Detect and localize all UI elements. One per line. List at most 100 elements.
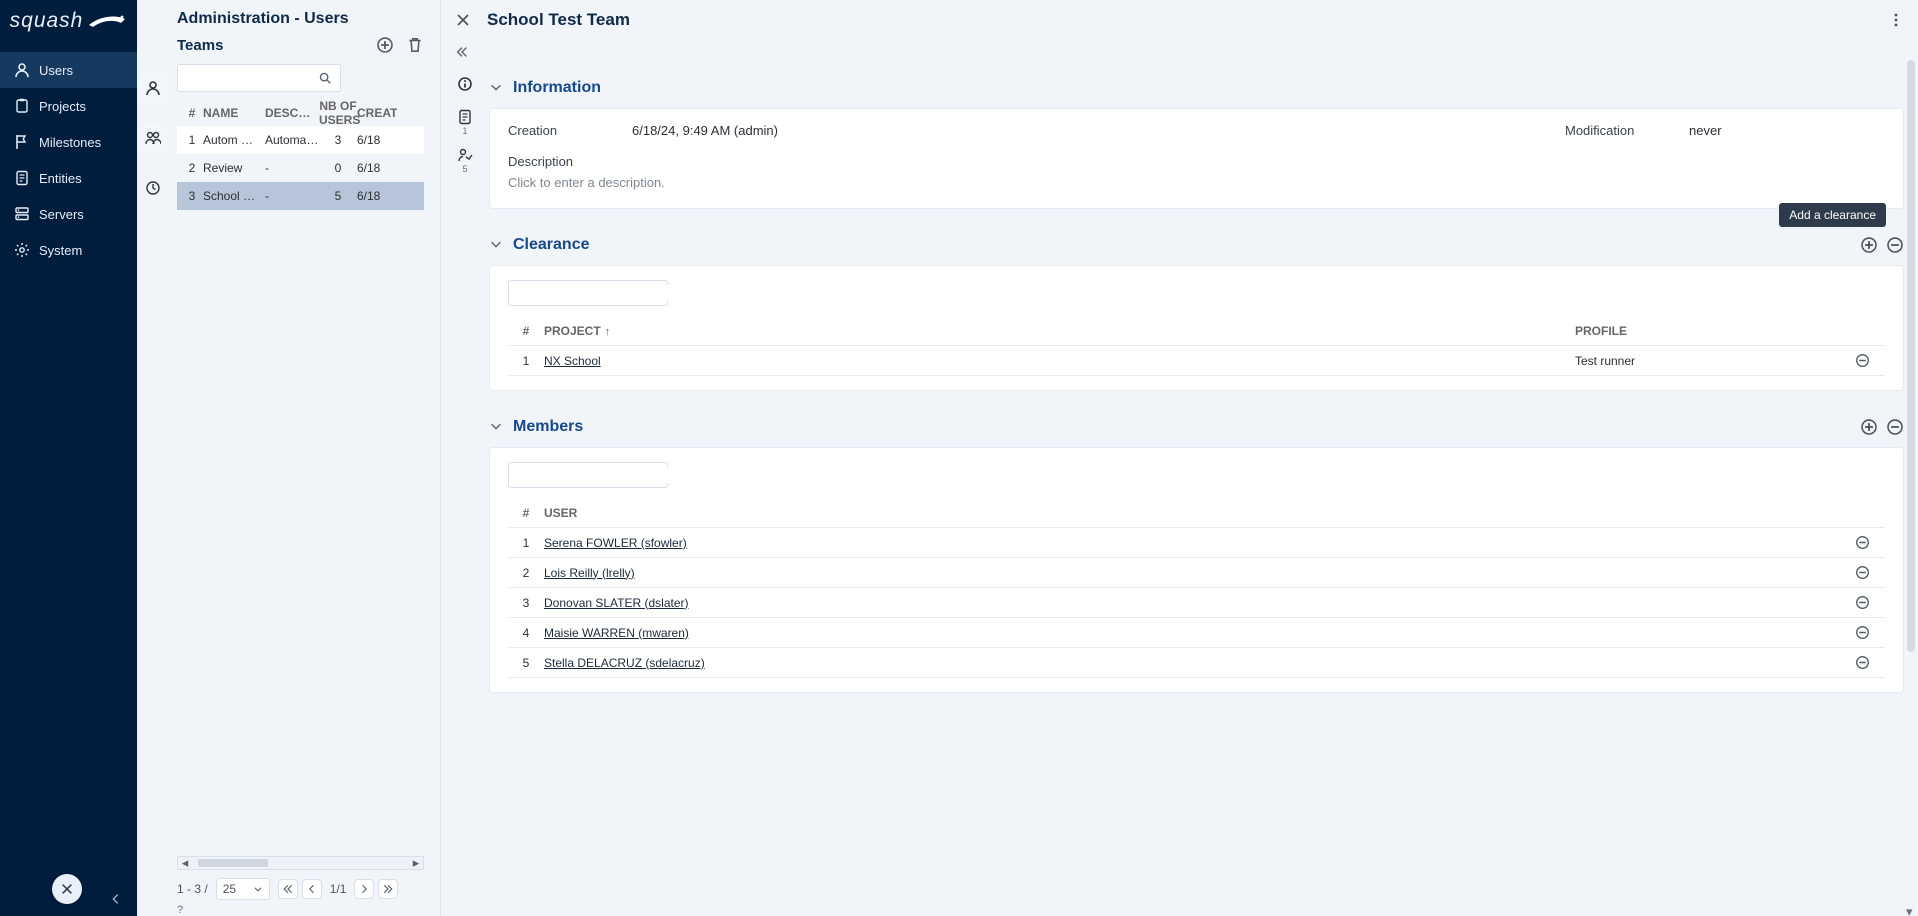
page-size-value: 25 — [223, 882, 236, 896]
user-link[interactable]: Donovan SLATER (dslater) — [544, 596, 689, 610]
members-search-input[interactable] — [517, 467, 676, 483]
pager-last[interactable] — [378, 879, 398, 899]
sidetab-documents[interactable]: 1 — [451, 108, 479, 136]
add-clearance-button[interactable] — [1860, 236, 1878, 254]
remove-member-button[interactable] — [1886, 418, 1904, 436]
page-size-select[interactable]: 25 — [216, 878, 270, 900]
user-link[interactable]: Maisie WARREN (mwaren) — [544, 626, 689, 640]
teams-horiz-scrollbar[interactable]: ◂ ▸ — [177, 856, 424, 870]
plus-circle-icon — [1860, 418, 1878, 436]
close-icon — [60, 882, 74, 896]
subnav-history[interactable] — [139, 174, 167, 202]
team-detail-panel: School Test Team 1 5 Information Cr — [441, 0, 1918, 916]
nav-item-projects[interactable]: Projects — [0, 88, 137, 124]
pager-next[interactable] — [354, 879, 374, 899]
plus-circle-icon — [376, 36, 394, 54]
minus-circle-icon — [1855, 535, 1870, 550]
close-detail-button[interactable] — [455, 12, 471, 28]
scroll-right-icon[interactable]: ▸ — [409, 857, 423, 869]
table-row[interactable]: 1 Serena FOWLER (sfowler) — [508, 528, 1885, 558]
table-row[interactable]: 5 Stella DELACRUZ (sdelacruz) — [508, 648, 1885, 678]
scroll-down-icon[interactable]: ▾ — [1906, 904, 1916, 914]
close-icon — [455, 12, 471, 28]
members-search[interactable] — [508, 462, 668, 488]
row-remove-button[interactable] — [1855, 655, 1885, 670]
col-desc[interactable]: DESCRIP… — [265, 106, 319, 120]
section-toggle[interactable] — [489, 80, 505, 96]
row-remove-button[interactable] — [1855, 535, 1885, 550]
user-link[interactable]: Serena FOWLER (sfowler) — [544, 536, 687, 550]
modification-label: Modification — [1565, 123, 1665, 138]
nav-item-servers[interactable]: Servers — [0, 196, 137, 232]
creation-value: 6/18/24, 9:49 AM (admin) — [632, 123, 778, 138]
col-user[interactable]: USER — [544, 506, 1855, 520]
col-index[interactable]: # — [181, 106, 203, 120]
col-name[interactable]: NAME — [203, 106, 265, 120]
nav-item-label: Milestones — [39, 135, 101, 150]
nav-dismiss-button[interactable] — [52, 874, 82, 904]
minus-circle-icon — [1855, 595, 1870, 610]
scroll-thumb[interactable] — [1907, 60, 1915, 652]
sidetab-info[interactable] — [451, 70, 479, 98]
subnav-users[interactable] — [139, 74, 167, 102]
clearance-search[interactable] — [508, 280, 668, 306]
server-icon — [14, 206, 30, 222]
col-index[interactable]: # — [508, 324, 544, 338]
col-project[interactable]: PROJECT↑ — [544, 324, 1575, 338]
teams-search-input[interactable] — [186, 70, 318, 86]
detail-scrollbar[interactable] — [1906, 60, 1916, 906]
detail-menu-button[interactable] — [1888, 12, 1904, 28]
minus-circle-icon — [1855, 625, 1870, 640]
minus-circle-icon — [1855, 353, 1870, 368]
table-row[interactable]: 4 Maisie WARREN (mwaren) — [508, 618, 1885, 648]
description-label: Description — [508, 154, 1885, 169]
table-row[interactable]: 1 NX School Test runner — [508, 346, 1885, 376]
section-toggle[interactable] — [489, 237, 505, 253]
nav-item-entities[interactable]: Entities — [0, 160, 137, 196]
row-remove-button[interactable] — [1855, 625, 1885, 640]
description-placeholder[interactable]: Click to enter a description. — [508, 175, 1885, 190]
scroll-left-icon[interactable]: ◂ — [178, 857, 192, 869]
list-subtitle: Teams — [177, 37, 223, 54]
col-index[interactable]: # — [508, 506, 544, 520]
teams-pager: 1 - 3 / 25 1/1 — [137, 870, 440, 904]
pager-page-of: 1/1 — [330, 882, 347, 896]
subnav-teams[interactable] — [139, 124, 167, 152]
sidetab-permissions[interactable]: 5 — [451, 146, 479, 174]
delete-team-button[interactable] — [406, 36, 424, 54]
minus-circle-icon — [1855, 565, 1870, 580]
sort-asc-icon: ↑ — [605, 326, 611, 338]
pager-overflow-marker: ? — [137, 904, 440, 916]
row-remove-button[interactable] — [1855, 353, 1885, 368]
minus-circle-icon — [1886, 418, 1904, 436]
nav-item-milestones[interactable]: Milestones — [0, 124, 137, 160]
add-team-button[interactable] — [376, 36, 394, 54]
col-users[interactable]: NB OF USERS — [319, 99, 357, 127]
nav-item-users[interactable]: Users — [0, 52, 137, 88]
table-row[interactable]: 3 School … - 5 6/18 — [177, 182, 424, 210]
pager-prev[interactable] — [302, 879, 322, 899]
nav-collapse-toggle[interactable] — [95, 882, 137, 916]
col-created[interactable]: CREAT — [357, 106, 397, 120]
clearance-search-input[interactable] — [517, 285, 676, 301]
table-row[interactable]: 1 Autom … Automa… 3 6/18 — [177, 126, 424, 154]
collapse-drawer-button[interactable] — [455, 45, 469, 59]
teams-search[interactable] — [177, 64, 341, 92]
remove-clearance-button[interactable] — [1886, 236, 1904, 254]
nav-item-system[interactable]: System — [0, 232, 137, 268]
scroll-thumb[interactable] — [198, 859, 268, 867]
row-remove-button[interactable] — [1855, 565, 1885, 580]
table-row[interactable]: 2 Lois Reilly (lrelly) — [508, 558, 1885, 588]
table-row[interactable]: 3 Donovan SLATER (dslater) — [508, 588, 1885, 618]
col-profile[interactable]: PROFILE — [1575, 324, 1855, 338]
user-link[interactable]: Stella DELACRUZ (sdelacruz) — [544, 656, 705, 670]
section-toggle[interactable] — [489, 419, 505, 435]
project-link[interactable]: NX School — [544, 354, 601, 368]
pager-first[interactable] — [278, 879, 298, 899]
logo-swoosh-icon — [87, 11, 127, 31]
table-row[interactable]: 2 Review - 0 6/18 — [177, 154, 424, 182]
minus-circle-icon — [1855, 655, 1870, 670]
add-member-button[interactable] — [1860, 418, 1878, 436]
row-remove-button[interactable] — [1855, 595, 1885, 610]
user-link[interactable]: Lois Reilly (lrelly) — [544, 566, 635, 580]
